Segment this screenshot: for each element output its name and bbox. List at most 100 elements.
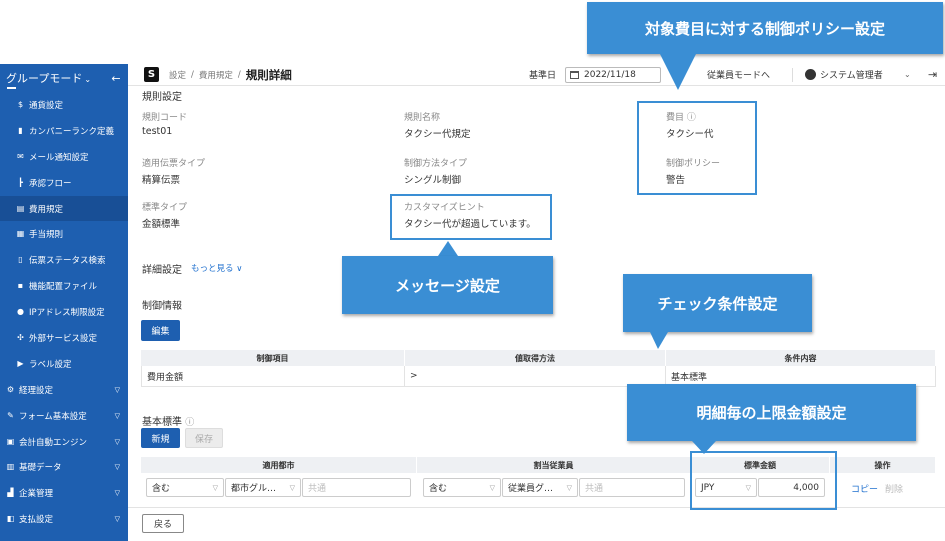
sidebar: グループモード ⌄ ← $ 通貨設定 ▮ カンパニーランク定義 ✉ メール通知設定 ┣ 承… <box>0 64 128 541</box>
chevron-down-icon[interactable]: ⌄ <box>904 70 911 79</box>
employee-common-input[interactable]: 共通 <box>579 478 685 497</box>
policy-callout: 対象費目に対する制御ポリシー設定 <box>587 2 943 54</box>
mail-icon: ✉ <box>17 151 24 161</box>
sidebar-item-label: IPアドレス制限設定 <box>29 308 105 319</box>
employee-mode-link[interactable]: 従業員モードへ <box>707 68 770 81</box>
edit-button[interactable]: 編集 <box>141 320 180 341</box>
employee-include-select[interactable]: 含む ▽ <box>423 478 501 497</box>
control-table-header: 制御項目 <box>141 350 405 366</box>
wrench-icon: ✎ <box>7 410 14 420</box>
sidebar-item-approval-flow[interactable]: ┣ 承認フロー <box>0 170 128 196</box>
sidebar-item-label: ラベル設定 <box>29 359 72 370</box>
sidebar-item-feature-config[interactable]: ▪ 機能配置ファイル <box>0 273 128 299</box>
breadcrumb-settings[interactable]: 設定 <box>169 69 186 81</box>
sidebar-item-mail[interactable]: ✉ メール通知設定 <box>0 144 128 170</box>
rule-code-value: test01 <box>142 126 173 137</box>
sidebar-section-label: 会計自動エンジン <box>19 437 88 448</box>
city-include-select[interactable]: 含む ▽ <box>146 478 224 497</box>
chevron-down-icon: ⌄ <box>84 75 92 84</box>
limit-amount-highlight <box>690 451 837 510</box>
message-highlight <box>390 194 552 240</box>
chevron-down-icon: ▽ <box>114 411 120 420</box>
breadcrumb-separator: / <box>191 69 194 80</box>
city-common-input[interactable]: 共通 <box>302 478 411 497</box>
sidebar-section-engine[interactable]: ▣ 会計自動エンジン ▽ <box>0 429 128 455</box>
label-icon: ▶ <box>17 358 24 368</box>
sidebar-item-label: 通貨設定 <box>29 100 64 111</box>
control-info-title: 制御情報 <box>142 301 182 312</box>
chevron-down-icon: ▽ <box>114 463 120 472</box>
logout-icon[interactable]: ⇥ <box>928 68 937 81</box>
show-more-link[interactable]: もっと見る ∨ <box>191 262 242 274</box>
user-menu[interactable]: システム管理者 <box>805 68 883 81</box>
check-condition-callout: チェック条件設定 <box>623 274 812 332</box>
user-avatar-icon <box>805 69 816 80</box>
sidebar-section-label: 経理設定 <box>19 385 54 396</box>
sidebar-item-label: 伝票ステータス検索 <box>29 256 106 267</box>
employee-group-select[interactable]: 従業員グ… ▽ <box>502 478 578 497</box>
footer-bar: 戻る <box>128 507 945 541</box>
detail-settings-title: 詳細設定 <box>142 265 182 276</box>
sidebar-item-expense-rule[interactable]: ▤ 費用規定 <box>0 195 128 222</box>
standard-table-header: 操作 <box>830 457 936 473</box>
control-table-header: 値取得方法 <box>405 350 666 366</box>
info-icon[interactable]: ⓘ <box>185 418 194 428</box>
back-button[interactable]: 戻る <box>142 514 184 533</box>
policy-callout-pointer <box>660 54 696 90</box>
limit-amount-callout: 明細毎の上限金額設定 <box>627 384 916 441</box>
sidebar-section-payment[interactable]: ◧ 支払設定 ▽ <box>0 506 128 532</box>
base-date-picker[interactable]: 2022/11/18 <box>565 67 661 83</box>
allowance-icon: ▦ <box>16 229 25 239</box>
city-group-select[interactable]: 都市グル… ▽ <box>225 478 301 497</box>
sidebar-section-company[interactable]: ▟ 企業管理 ▽ <box>0 480 128 506</box>
data-icon: ▥ <box>6 462 15 472</box>
mode-switch[interactable]: グループモード ⌄ ← <box>0 64 128 92</box>
standard-type-value: 金額標準 <box>142 219 181 230</box>
engine-icon: ▣ <box>6 436 15 446</box>
sidebar-item-voucher-status[interactable]: ▯ 伝票ステータス検索 <box>0 247 128 273</box>
rule-name-label: 規則名称 <box>404 113 441 123</box>
sidebar-item-label-setting[interactable]: ▶ ラベル設定 <box>0 351 128 377</box>
control-type-value: シングル制御 <box>404 175 462 186</box>
new-button[interactable]: 新規 <box>141 428 180 448</box>
copy-link[interactable]: コピー <box>851 482 878 495</box>
control-table-header: 条件内容 <box>666 350 936 366</box>
payment-icon: ◧ <box>6 514 15 524</box>
sidebar-item-label: メール通知設定 <box>29 152 89 163</box>
standard-table-header: 割当従業員 <box>417 457 691 473</box>
currency-icon: $ <box>17 99 24 109</box>
rule-section-title: 規則設定 <box>142 92 182 103</box>
collapse-sidebar-icon[interactable]: ← <box>110 72 122 85</box>
chevron-down-icon: ▽ <box>489 483 495 492</box>
rule-name-value: タクシー代規定 <box>404 129 471 140</box>
company-icon: ▟ <box>7 488 14 498</box>
sidebar-item-allowance[interactable]: ▦ 手当規則 <box>0 221 128 247</box>
delete-link[interactable]: 削除 <box>885 482 903 495</box>
sidebar-section-master-data[interactable]: ▥ 基礎データ ▽ <box>0 454 128 480</box>
sidebar-section-accounting[interactable]: ⚙ 経理設定 ▽ <box>0 377 128 403</box>
sidebar-item-label: 承認フロー <box>29 178 72 189</box>
flow-icon: ┣ <box>18 177 23 187</box>
page-title: 規則詳細 <box>245 67 292 82</box>
breadcrumb-expense-rule[interactable]: 費用規定 <box>199 69 233 81</box>
rule-icon: ▤ <box>16 203 25 213</box>
sidebar-item-label: 外部サービス設定 <box>29 333 98 344</box>
chevron-down-icon: ▽ <box>289 483 295 492</box>
document-icon: ▯ <box>18 255 23 265</box>
user-name: システム管理者 <box>820 71 883 81</box>
divider <box>792 68 793 82</box>
save-button[interactable]: 保存 <box>185 428 223 448</box>
sidebar-item-company-rank[interactable]: ▮ カンパニーランク定義 <box>0 118 128 144</box>
sidebar-section-form[interactable]: ✎ フォーム基本設定 ▽ <box>0 403 128 429</box>
rule-code-label: 規則コード <box>142 113 188 123</box>
message-callout-pointer <box>438 241 458 256</box>
rank-icon: ▮ <box>18 125 23 135</box>
check-callout-pointer <box>650 332 668 349</box>
sidebar-item-external-service[interactable]: ✣ 外部サービス設定 <box>0 325 128 351</box>
sidebar-item-ip-restriction[interactable]: ● IPアドレス制限設定 <box>0 299 128 325</box>
sidebar-item-currency[interactable]: $ 通貨設定 <box>0 92 128 118</box>
voucher-type-value: 精算伝票 <box>142 175 181 186</box>
calendar-icon <box>570 71 579 79</box>
app-logo-icon[interactable]: S <box>144 67 159 82</box>
sidebar-section-label: 支払設定 <box>19 515 54 526</box>
